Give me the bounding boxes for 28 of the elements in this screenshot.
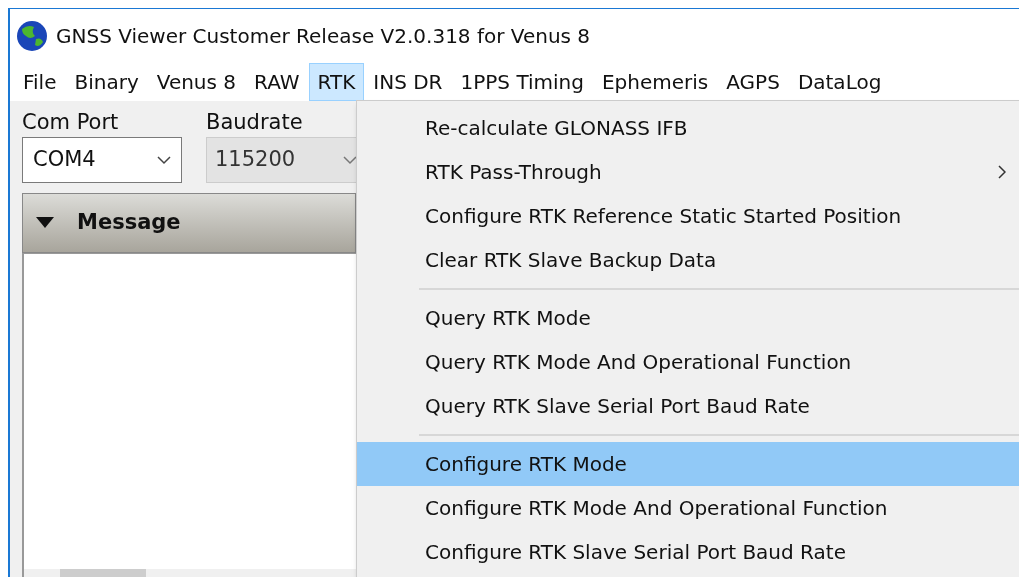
field-label: Com Port [22,109,120,136]
menu-item[interactable]: RAW [245,63,309,101]
caret-down-icon [35,216,55,230]
chevron-down-icon [343,155,357,165]
message-panel-header[interactable]: Message [22,193,356,253]
menu-item[interactable]: RTK [308,63,365,101]
menu-entry[interactable]: Configure RTK Mode And Operational Function [357,486,1019,530]
menu-entry[interactable]: Configure RTK Reference Static Started Position [357,194,1019,238]
chevron-right-icon [998,165,1006,179]
menu-item[interactable]: Venus 8 [147,63,246,101]
menu-item[interactable]: Ephemeris [592,63,718,101]
com-port-dropdown[interactable]: COM4 [22,137,182,183]
menu-entry[interactable]: Configure RTK Mode [357,442,1019,486]
menu-entry[interactable]: Clear RTK Slave Backup Data [357,238,1019,282]
menu-entry[interactable]: Query RTK Mode And Operational Function [357,340,1019,384]
globe-icon [16,20,48,52]
menu-item[interactable]: DataLog [788,63,891,101]
menu-item[interactable]: INS DR [364,63,452,101]
menu-item[interactable]: File [14,63,66,101]
window-title: GNSS Viewer Customer Release V2.0.318 for Venus 8 [56,23,591,50]
chevron-down-icon [157,155,171,165]
menu-item[interactable]: Binary [65,63,148,101]
menu-item[interactable]: AGPS [717,63,789,101]
field-label: Baudrate [206,109,304,136]
menu-entry[interactable]: Configure RTK Slave Serial Port Baud Rate [357,530,1019,574]
menu-entry[interactable]: Query RTK Mode [357,296,1019,340]
menu-item[interactable]: 1PPS Timing [451,63,593,101]
menu-entry[interactable]: Query RTK Slave Serial Port Baud Rate [357,384,1019,428]
